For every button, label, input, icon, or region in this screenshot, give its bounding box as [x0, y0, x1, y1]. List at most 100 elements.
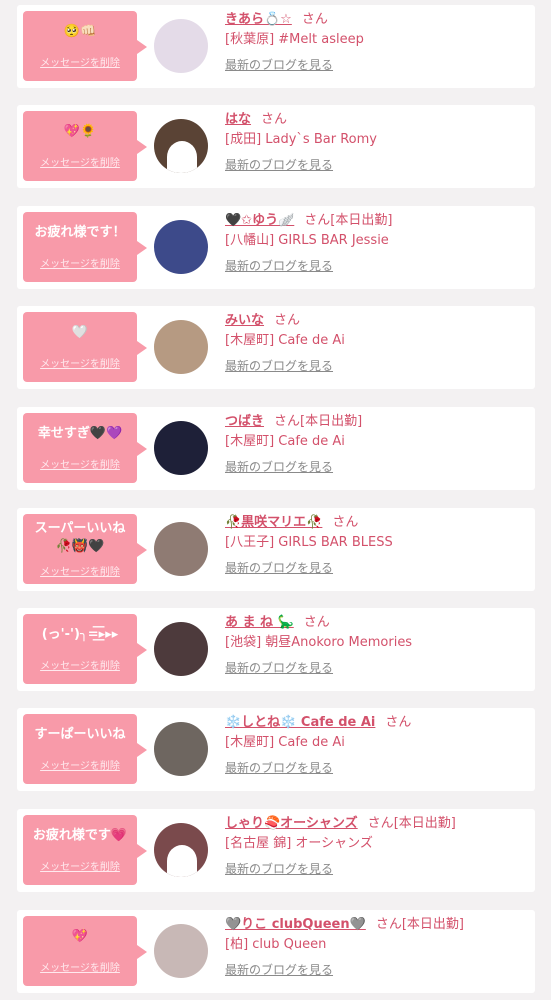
- delete-message-link[interactable]: メッセージを削除: [23, 757, 137, 772]
- shop-name: [八幡山] GIRLS BAR Jessie: [225, 233, 389, 248]
- delete-message-link[interactable]: メッセージを削除: [23, 54, 137, 69]
- message-text: 🥺👊🏻: [63, 24, 97, 39]
- cast-name-link[interactable]: 🩶りこ clubQueen🩶: [225, 917, 366, 932]
- name-line: ❄️しとね❄️ Cafe de Ai さん: [225, 711, 531, 731]
- delete-message-link[interactable]: メッセージを削除: [23, 959, 137, 974]
- latest-blog-link[interactable]: 最新のブログを見る: [225, 156, 333, 173]
- delete-message-link[interactable]: メッセージを削除: [23, 154, 137, 169]
- shop-name: [成田] Lady`s Bar Romy: [225, 132, 377, 147]
- delete-message-link[interactable]: メッセージを削除: [23, 456, 137, 471]
- list-item: お疲れ様です！ メッセージを削除 🖤✩ゆう🪽 さん[本日出勤] [八幡山] GIR…: [17, 206, 535, 289]
- message-text: お疲れ様です！: [34, 225, 126, 240]
- avatar-silhouette: [167, 141, 197, 173]
- honorific: さん: [301, 12, 328, 27]
- honorific: さん: [274, 414, 301, 429]
- cast-name-link[interactable]: しゃり🍣オーシャンズ: [225, 816, 358, 831]
- cast-name-link[interactable]: あ ま ね 🦕: [225, 615, 294, 630]
- delete-message-link[interactable]: メッセージを削除: [23, 657, 137, 672]
- honorific: さん: [385, 715, 412, 730]
- latest-blog-link[interactable]: 最新のブログを見る: [225, 458, 333, 475]
- name-line: つばき さん[本日出勤]: [225, 410, 531, 430]
- avatar[interactable]: [154, 924, 208, 978]
- cast-info: 🥀黒咲マリエ🥀 さん [八王子] GIRLS BAR BLESS 最新のブログを見…: [225, 511, 531, 576]
- delete-message-link[interactable]: メッセージを削除: [23, 563, 137, 578]
- delete-message-link[interactable]: メッセージを削除: [23, 858, 137, 873]
- cast-name-link[interactable]: 🖤✩ゆう🪽: [225, 213, 294, 228]
- cast-info: しゃり🍣オーシャンズ さん[本日出勤] [名古屋 錦] オーシャンズ 最新のブログ…: [225, 812, 531, 877]
- shop-name: [名古屋 錦] オーシャンズ: [225, 836, 373, 851]
- delete-message-link[interactable]: メッセージを削除: [23, 255, 137, 270]
- list-item: すーぱーいいね メッセージを削除 ❄️しとね❄️ Cafe de Ai さん [木…: [17, 708, 535, 791]
- message-list: 🥺👊🏻 メッセージを削除 きあら💍☆ さん [秋葉原] #Melt asleep …: [0, 0, 551, 1000]
- honorific: さん: [367, 816, 394, 831]
- cast-info: きあら💍☆ さん [秋葉原] #Melt asleep 最新のブログを見る: [225, 8, 531, 73]
- delete-message-link[interactable]: メッセージを削除: [23, 355, 137, 370]
- shop-name: [池袋] 朝昼Anokoro Memories: [225, 635, 413, 650]
- attendance-status: [本日出勤]: [401, 917, 464, 932]
- name-line: 🩶りこ clubQueen🩶 さん[本日出勤]: [225, 913, 531, 933]
- cast-name-link[interactable]: ❄️しとね❄️ Cafe de Ai: [225, 715, 375, 730]
- message-bubble: お疲れ様です！ メッセージを削除: [23, 212, 147, 282]
- message-text: (っ'-')╮=͟͟͞͞▸▸▸: [41, 627, 119, 642]
- message-bubble: 🥺👊🏻 メッセージを削除: [23, 11, 147, 81]
- avatar[interactable]: [154, 220, 208, 274]
- name-line: きあら💍☆ さん: [225, 8, 531, 28]
- cast-name-link[interactable]: きあら💍☆: [225, 12, 292, 27]
- cast-name-link[interactable]: つばき: [225, 414, 264, 429]
- latest-blog-link[interactable]: 最新のブログを見る: [225, 961, 333, 978]
- shop-name: [秋葉原] #Melt asleep: [225, 32, 364, 47]
- message-bubble: 💖🌻 メッセージを削除: [23, 111, 147, 181]
- latest-blog-link[interactable]: 最新のブログを見る: [225, 559, 333, 576]
- latest-blog-link[interactable]: 最新のブログを見る: [225, 56, 333, 73]
- honorific: さん: [274, 313, 301, 328]
- message-text: 💖🌻: [63, 124, 97, 139]
- avatar[interactable]: [154, 320, 208, 374]
- message-text: 🤍: [71, 325, 89, 340]
- name-line: はな さん: [225, 108, 531, 128]
- avatar[interactable]: [154, 823, 208, 877]
- avatar[interactable]: [154, 119, 208, 173]
- attendance-status: [本日出勤]: [393, 816, 456, 831]
- latest-blog-link[interactable]: 最新のブログを見る: [225, 357, 333, 374]
- latest-blog-link[interactable]: 最新のブログを見る: [225, 659, 333, 676]
- cast-info: みいな さん [木屋町] Cafe de Ai 最新のブログを見る: [225, 309, 531, 374]
- avatar[interactable]: [154, 722, 208, 776]
- latest-blog-link[interactable]: 最新のブログを見る: [225, 860, 333, 877]
- honorific: さん: [261, 112, 288, 127]
- list-item: スーパーいいね 🥀👹🖤 メッセージを削除 🥀黒咲マリエ🥀 さん [八王子] GIR…: [17, 508, 535, 591]
- name-line: みいな さん: [225, 309, 531, 329]
- list-item: 🥺👊🏻 メッセージを削除 きあら💍☆ さん [秋葉原] #Melt asleep …: [17, 5, 535, 88]
- honorific: さん: [332, 515, 359, 530]
- name-line: あ ま ね 🦕 さん: [225, 611, 531, 631]
- latest-blog-link[interactable]: 最新のブログを見る: [225, 257, 333, 274]
- cast-name-link[interactable]: はな: [225, 112, 251, 127]
- list-item: 幸せすぎ🖤💜 メッセージを削除 つばき さん[本日出勤] [木屋町] Cafe d…: [17, 407, 535, 490]
- message-text: すーぱーいいね: [34, 727, 126, 742]
- avatar[interactable]: [154, 421, 208, 475]
- avatar-silhouette: [167, 845, 197, 877]
- message-bubble: 幸せすぎ🖤💜 メッセージを削除: [23, 413, 147, 483]
- shop-name: [木屋町] Cafe de Ai: [225, 333, 345, 348]
- message-text: 💖: [71, 929, 89, 944]
- message-bubble: 🤍 メッセージを削除: [23, 312, 147, 382]
- avatar[interactable]: [154, 622, 208, 676]
- avatar[interactable]: [154, 19, 208, 73]
- shop-name: [八王子] GIRLS BAR BLESS: [225, 535, 393, 550]
- message-text: 幸せすぎ🖤💜: [37, 426, 123, 441]
- cast-name-link[interactable]: 🥀黒咲マリエ🥀: [225, 515, 322, 530]
- shop-name: [木屋町] Cafe de Ai: [225, 735, 345, 750]
- message-bubble: すーぱーいいね メッセージを削除: [23, 714, 147, 784]
- name-line: しゃり🍣オーシャンズ さん[本日出勤]: [225, 812, 531, 832]
- cast-info: ❄️しとね❄️ Cafe de Ai さん [木屋町] Cafe de Ai 最新…: [225, 711, 531, 776]
- avatar[interactable]: [154, 522, 208, 576]
- honorific: さん: [375, 917, 402, 932]
- latest-blog-link[interactable]: 最新のブログを見る: [225, 759, 333, 776]
- honorific: さん: [303, 615, 330, 630]
- attendance-status: [本日出勤]: [330, 213, 393, 228]
- message-text: お疲れ様です💗: [32, 828, 128, 843]
- list-item: 💖 メッセージを削除 🩶りこ clubQueen🩶 さん[本日出勤] [柏] cl…: [17, 910, 535, 993]
- cast-name-link[interactable]: みいな: [225, 313, 264, 328]
- message-bubble: お疲れ様です💗 メッセージを削除: [23, 815, 147, 885]
- cast-info: つばき さん[本日出勤] [木屋町] Cafe de Ai 最新のブログを見る: [225, 410, 531, 475]
- message-bubble: (っ'-')╮=͟͟͞͞▸▸▸ メッセージを削除: [23, 614, 147, 684]
